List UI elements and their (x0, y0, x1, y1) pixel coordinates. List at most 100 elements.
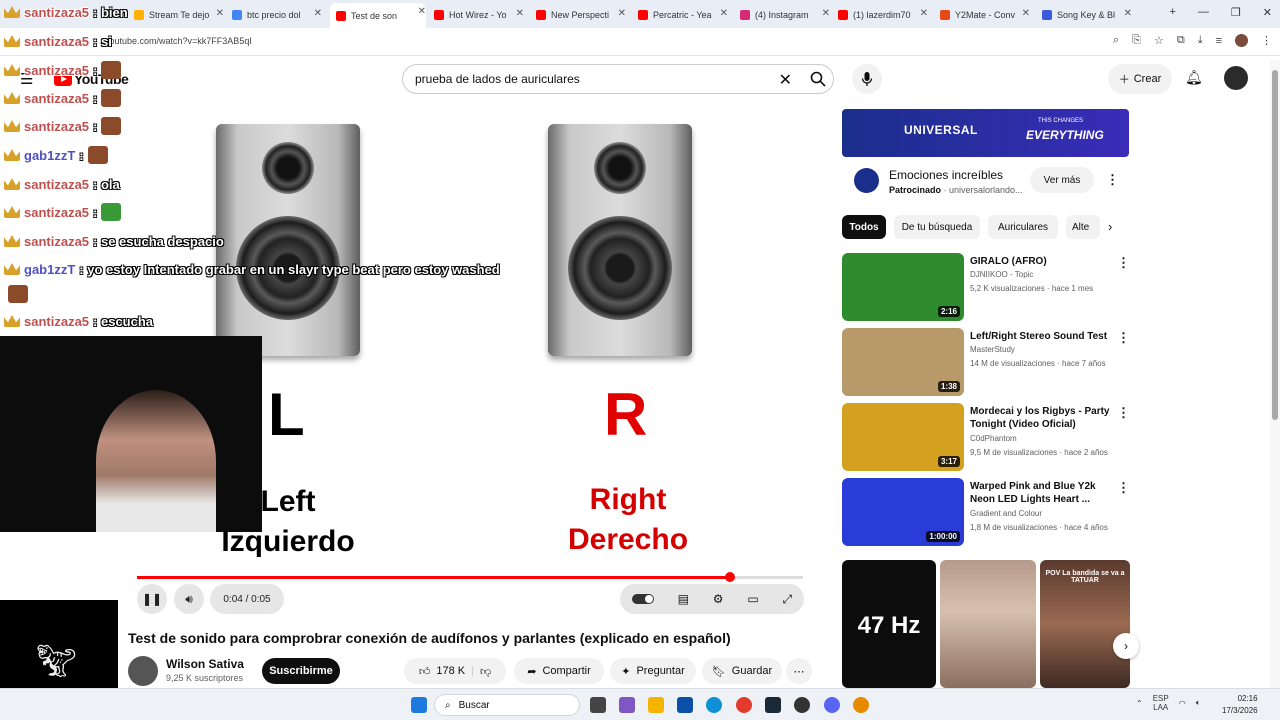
profile-avatar[interactable] (1235, 34, 1248, 47)
short-thumbnail[interactable] (940, 560, 1036, 688)
minimize-icon[interactable]: — (1198, 6, 1209, 19)
shorts-next-button[interactable]: › (1113, 633, 1139, 659)
subscribe-button[interactable]: Suscribirme (262, 658, 340, 684)
short-thumbnail[interactable]: 47 Hz (842, 560, 936, 688)
browser-tab[interactable]: Song Key & Bl ✕ (1036, 5, 1132, 25)
video-thumbnail[interactable]: 3:17 (842, 403, 964, 471)
recommendation-title[interactable]: Mordecai y los Rigbys - Party Tonight (V… (970, 405, 1118, 431)
chrome-icon[interactable] (736, 697, 752, 713)
recommendation-channel[interactable]: MasterStudy (970, 345, 1015, 354)
recommendation-title[interactable]: Warped Pink and Blue Y2k Neon LED Lights… (970, 480, 1118, 506)
chip-de-tu-busqueda[interactable]: De tu búsqueda (894, 215, 980, 239)
scrollbar-thumb[interactable] (1272, 70, 1278, 420)
download-icon[interactable]: ⤓ (1198, 34, 1203, 47)
maximize-icon[interactable]: ❐ (1231, 6, 1241, 19)
recommendation-title[interactable]: GIRALO (AFRO) (970, 255, 1118, 268)
video-thumbnail[interactable]: 1:38 (842, 328, 964, 396)
close-window-icon[interactable]: ✕ (1263, 6, 1272, 19)
recommendation-more-icon[interactable]: ⋮ (1117, 480, 1130, 496)
chips-next-icon[interactable]: › (1108, 219, 1112, 234)
subtitles-icon[interactable]: ▤ (678, 592, 689, 606)
tab-close-icon[interactable]: ✕ (618, 8, 626, 19)
autoplay-toggle[interactable] (631, 594, 654, 604)
like-button[interactable]: 👍︎ 178 K (419, 665, 465, 678)
tab-close-icon[interactable]: ✕ (314, 8, 322, 19)
recommendation-channel[interactable]: Gradient and Colour (970, 509, 1042, 518)
pause-button[interactable]: ❚❚ (137, 584, 167, 614)
voice-search-button[interactable] (852, 64, 882, 94)
recommendation-more-icon[interactable]: ⋮ (1117, 405, 1130, 421)
chip-alte[interactable]: Alte (1066, 215, 1100, 239)
browser-menu-icon[interactable]: ⋮ (1261, 34, 1272, 47)
tab-close-icon[interactable]: ✕ (920, 8, 928, 19)
tab-close-icon[interactable]: ✕ (216, 8, 224, 19)
browser-tab[interactable]: Stream Te dejo ✕ (128, 5, 224, 25)
ad-more-icon[interactable]: ⋮ (1106, 172, 1119, 188)
fullscreen-icon[interactable]: ⤢ (782, 592, 792, 607)
speaker-icon[interactable]: 🔈︎ (1196, 698, 1201, 708)
video-thumbnail[interactable]: 2:16 (842, 253, 964, 321)
ad-banner[interactable]: UNIVERSAL THIS CHANGES EVERYTHING (842, 109, 1129, 157)
obs-icon[interactable] (794, 697, 810, 713)
taskbar-search[interactable]: ⌕ Buscar (434, 694, 580, 716)
volume-button[interactable]: 🔊︎ (174, 584, 204, 614)
search-box[interactable]: prueba de lados de auriculares ✕ (402, 64, 802, 94)
file-explorer-icon[interactable] (648, 697, 664, 713)
ad-title[interactable]: Emociones increíbles (889, 168, 1003, 182)
browser-tab[interactable]: New Perspecti ✕ (530, 5, 626, 25)
install-icon[interactable]: ⎘ (1132, 34, 1141, 47)
tab-close-icon[interactable]: ✕ (720, 8, 728, 19)
browser-tab[interactable]: btc precio dol ✕ (226, 5, 322, 25)
tab-close-icon[interactable]: ✕ (418, 6, 426, 17)
advertiser-logo[interactable] (854, 168, 879, 193)
app-icon[interactable] (853, 697, 869, 713)
create-button[interactable]: ＋ Crear (1108, 64, 1172, 94)
search-input[interactable]: prueba de lados de auriculares (415, 72, 580, 86)
language-indicator[interactable]: ESP LAA (1153, 694, 1169, 712)
tab-search-icon[interactable]: ≡ (1216, 35, 1222, 47)
task-view-icon[interactable] (590, 697, 606, 713)
recommendation-channel[interactable]: C0dPhantom (970, 434, 1017, 443)
chip-auriculares[interactable]: Auriculares (988, 215, 1058, 239)
share-button[interactable]: ➦ Compartir (514, 658, 604, 684)
browser-tab[interactable]: Hot Wirez - Yo ✕ (428, 5, 524, 25)
store-icon[interactable] (677, 697, 693, 713)
recommendation-item[interactable]: 1:38 Left/Right Stereo Sound Test Master… (842, 328, 1132, 398)
windows-start-icon[interactable] (411, 697, 427, 713)
video-thumbnail[interactable]: 1:00:00 (842, 478, 964, 546)
recommendation-channel[interactable]: DJNIIKOO - Topic (970, 270, 1033, 279)
user-avatar[interactable] (1224, 66, 1248, 90)
tab-close-icon[interactable]: ✕ (1022, 8, 1030, 19)
tab-close-icon[interactable]: ✕ (822, 8, 830, 19)
copilot-icon[interactable] (619, 697, 635, 713)
progress-scrubber[interactable] (724, 572, 735, 582)
recommendation-more-icon[interactable]: ⋮ (1117, 330, 1130, 346)
recommendation-item[interactable]: 3:17 Mordecai y los Rigbys - Party Tonig… (842, 403, 1132, 473)
ad-cta-button[interactable]: Ver más (1030, 167, 1094, 193)
notifications-bell-icon[interactable]: 🔔︎ (1185, 69, 1203, 86)
new-tab-icon[interactable]: + (1169, 6, 1175, 19)
browser-tab[interactable]: (1) lazerdim70 ✕ (832, 5, 928, 25)
settings-gear-icon[interactable]: ⚙ (713, 592, 724, 606)
steam-icon[interactable] (765, 697, 781, 713)
browser-tab[interactable]: Test de son ✕ (330, 3, 426, 28)
progress-bar[interactable] (137, 572, 803, 582)
tray-chevron-icon[interactable]: ⌃ (1136, 699, 1143, 708)
more-actions-button[interactable]: ⋯ (786, 658, 812, 684)
recommendation-title[interactable]: Left/Right Stereo Sound Test (970, 330, 1118, 343)
clear-search-icon[interactable]: ✕ (779, 70, 792, 90)
browser-tab[interactable]: Percatric - Yea ✕ (632, 5, 728, 25)
ask-button[interactable]: ✦ Preguntar (610, 658, 696, 684)
theater-mode-icon[interactable]: ▭ (747, 592, 758, 606)
extensions-icon[interactable]: ⧉ (1177, 34, 1185, 47)
thumbs-down-icon[interactable]: 👎︎ (480, 665, 491, 678)
search-button[interactable] (802, 64, 834, 94)
tab-close-icon[interactable]: ✕ (516, 8, 524, 19)
chip-todos[interactable]: Todos (842, 215, 886, 239)
save-button[interactable]: 🔖︎ Guardar (702, 658, 782, 684)
channel-avatar[interactable] (128, 656, 158, 686)
short-thumbnail[interactable]: POV La bandida se va a TATUAR (1040, 560, 1130, 688)
tab-close-icon[interactable]: ✕ (1124, 8, 1132, 19)
discord-icon[interactable] (824, 697, 840, 713)
edge-icon[interactable] (706, 697, 722, 713)
